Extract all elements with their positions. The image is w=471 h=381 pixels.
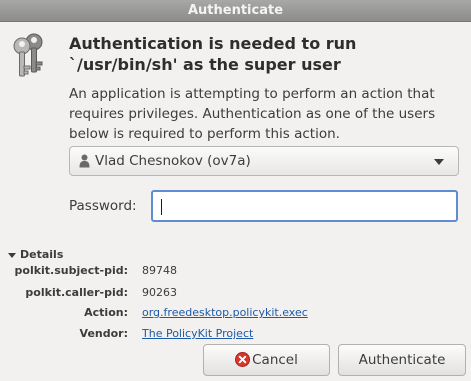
vendor-link[interactable]: The PolicyKit Project — [142, 327, 253, 340]
dialog-heading: Authentication is needed to run `/usr/bi… — [69, 34, 357, 74]
user-dropdown-value: Vlad Chesnokov (ov7a) — [95, 153, 251, 169]
dialog-description: An application is attempting to perform … — [69, 86, 436, 142]
cancel-button[interactable]: Cancel — [203, 344, 330, 376]
detail-key: polkit.subject-pid: — [14, 264, 128, 277]
window-titlebar[interactable]: Authenticate — [0, 0, 471, 22]
detail-value: 89748 — [142, 264, 177, 277]
action-link[interactable]: org.freedesktop.policykit.exec — [142, 306, 308, 319]
cancel-button-label: Cancel — [252, 352, 298, 368]
cancel-circle-icon — [235, 352, 251, 367]
expander-triangle-icon — [8, 252, 16, 258]
authenticate-button-label: Authenticate — [358, 352, 446, 368]
detail-row-vendor: Vendor: The PolicyKit Project — [0, 327, 471, 343]
authenticate-button[interactable]: Authenticate — [338, 344, 466, 376]
detail-row-action: Action: org.freedesktop.policykit.exec — [0, 306, 471, 322]
text-cursor — [161, 199, 162, 215]
detail-key: polkit.caller-pid: — [25, 286, 128, 299]
password-field[interactable] — [151, 190, 458, 222]
user-icon — [79, 154, 90, 168]
password-label: Password: — [69, 198, 137, 214]
detail-row-subject-pid: polkit.subject-pid: 89748 — [0, 264, 471, 280]
user-dropdown[interactable]: Vlad Chesnokov (ov7a) — [69, 146, 459, 176]
detail-key: Action: — [84, 306, 128, 319]
details-toggle-label: Details — [20, 248, 64, 261]
detail-key: Vendor: — [79, 327, 128, 340]
details-toggle[interactable]: Details — [8, 248, 63, 261]
detail-value: 90263 — [142, 286, 177, 299]
keys-icon — [13, 33, 43, 77]
window-title: Authenticate — [187, 3, 284, 18]
detail-row-caller-pid: polkit.caller-pid: 90263 — [0, 286, 471, 302]
chevron-down-icon — [434, 159, 444, 165]
